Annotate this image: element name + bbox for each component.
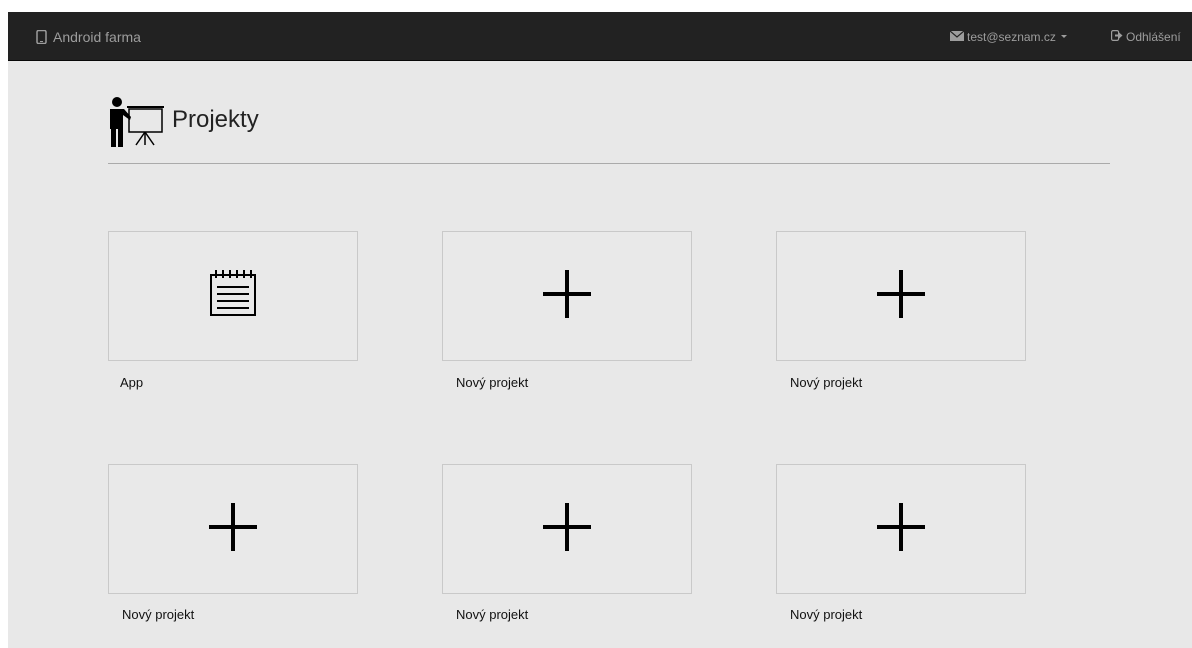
page-title: Projekty <box>172 106 259 133</box>
plus-icon <box>877 269 925 323</box>
logout-icon <box>1111 29 1123 44</box>
notepad-icon <box>208 269 258 323</box>
new-project-tile[interactable] <box>776 231 1026 361</box>
project-label[interactable]: Nový projekt <box>790 607 862 622</box>
new-project-tile[interactable] <box>442 231 692 361</box>
logout-label: Odhlášení <box>1126 29 1181 44</box>
user-email: test@seznam.cz <box>967 29 1056 44</box>
brand-link[interactable]: Android farma <box>36 12 141 61</box>
user-menu-toggle[interactable]: test@seznam.cz <box>949 12 1067 61</box>
page-frame-top <box>0 0 1192 12</box>
plus-icon <box>209 502 257 556</box>
phone-icon <box>36 29 47 44</box>
page-frame-left <box>0 12 8 648</box>
new-project-tile[interactable] <box>776 464 1026 594</box>
plus-icon <box>543 502 591 556</box>
new-project-tile[interactable] <box>442 464 692 594</box>
new-project-tile[interactable] <box>108 464 358 594</box>
plus-icon <box>877 502 925 556</box>
envelope-icon <box>949 30 965 44</box>
project-label[interactable]: Nový projekt <box>122 607 194 622</box>
project-tile-app[interactable] <box>108 231 358 361</box>
caret-down-icon <box>1060 35 1067 38</box>
brand-label: Android farma <box>53 28 141 45</box>
main-content: Projekty App Nový projekt Nový projekt N… <box>8 61 1192 648</box>
logout-link[interactable]: Odhlášení <box>1111 12 1181 61</box>
project-label[interactable]: Nový projekt <box>456 375 528 390</box>
project-label[interactable]: Nový projekt <box>790 375 862 390</box>
project-label[interactable]: App <box>120 375 143 390</box>
page-header: Projekty <box>108 91 1110 164</box>
presentation-icon <box>108 95 166 154</box>
project-label[interactable]: Nový projekt <box>456 607 528 622</box>
plus-icon <box>543 269 591 323</box>
top-navbar: Android farma test@seznam.cz Odhlášení <box>8 12 1192 61</box>
